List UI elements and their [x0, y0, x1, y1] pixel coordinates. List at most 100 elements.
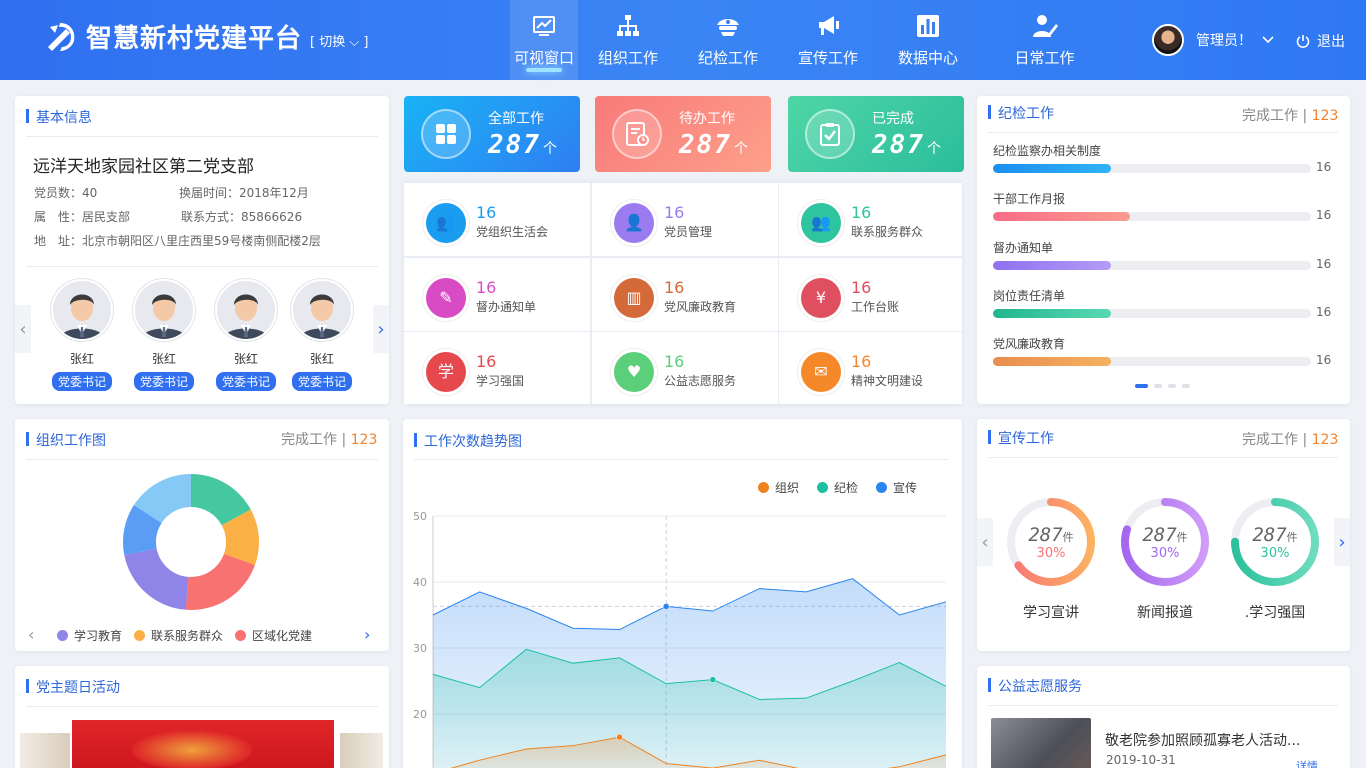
volunteer-title: 公益志愿服务: [988, 676, 1082, 696]
address: 地 址：北京市朝阳区八里庄西里59号楼南侧配楼2层: [34, 234, 321, 248]
stat-value: 287: [679, 130, 732, 160]
civilization-icon: ✉: [797, 348, 845, 396]
member-photo: [51, 279, 113, 341]
work-grid-item[interactable]: 👤 16 党员管理: [592, 183, 778, 256]
nav-tab-2[interactable]: 组织工作: [578, 0, 678, 80]
divider: [26, 266, 378, 267]
nav-tab-3[interactable]: 纪检工作: [678, 0, 778, 80]
pager-dot[interactable]: [1182, 384, 1190, 388]
org-donut-chart: [123, 474, 259, 610]
stat-card-3[interactable]: 已完成 287 个: [788, 96, 964, 172]
member-card[interactable]: 张红 党委书记: [214, 279, 278, 391]
progress-row[interactable]: 纪检监察办相关制度 16: [993, 142, 1333, 174]
chevron-left-icon[interactable]: ‹: [15, 305, 31, 353]
divider: [988, 705, 1338, 706]
member-role-badge: 党委书记: [215, 372, 276, 391]
member-role-badge: 党委书记: [133, 372, 194, 391]
nav-tab-6[interactable]: 日常工作: [978, 0, 1111, 80]
work-grid-item[interactable]: 学 16 学习强国: [404, 332, 590, 404]
pager-dot-active[interactable]: [1135, 384, 1148, 388]
ring-unit: 件: [1062, 531, 1074, 544]
legend-dot: [235, 630, 247, 641]
org-name: 远洋天地家园社区第二党支部: [33, 157, 254, 177]
volunteer-date: 2019-10-31: [1106, 753, 1176, 767]
legend-item[interactable]: 联系服务群众: [134, 627, 223, 644]
party-emblem-icon: [42, 19, 78, 55]
stat-card-1[interactable]: 全部工作 287 个: [404, 96, 580, 172]
chevron-left-icon[interactable]: ‹: [28, 625, 34, 644]
pie-slice[interactable]: [185, 553, 255, 610]
contact: 联系方式：85866626: [181, 210, 303, 224]
data-point[interactable]: [662, 603, 670, 610]
member-card[interactable]: 张红 党委书记: [132, 279, 196, 391]
discipline-title: 纪检工作: [988, 103, 1054, 123]
progress-fill: [993, 308, 1111, 318]
clipboard-check-icon: [805, 109, 855, 159]
logout-button[interactable]: 退出: [1296, 31, 1345, 51]
pager-dot[interactable]: [1168, 384, 1176, 388]
data-point[interactable]: [709, 676, 717, 683]
nav-tab-5[interactable]: 数据中心: [878, 0, 978, 80]
nav-tab-1[interactable]: 可视窗口: [510, 0, 578, 80]
work-grid-label: 精神文明建设: [851, 374, 924, 388]
done-value: 123: [1311, 432, 1339, 448]
member-card[interactable]: 张红 党委书记: [290, 279, 354, 391]
progress-row[interactable]: 干部工作月报 16: [993, 190, 1333, 222]
work-grid-item[interactable]: ▥ 16 党风廉政教育: [592, 258, 778, 331]
progress-name: 纪检监察办相关制度: [993, 144, 1102, 158]
progress-row[interactable]: 督办通知单 16: [993, 239, 1333, 271]
chevron-down-icon[interactable]: [1262, 32, 1274, 48]
work-grid-item[interactable]: ¥16 工作台账: [779, 258, 962, 331]
ring-value: 287: [1028, 524, 1063, 546]
theme-day-banner-image[interactable]: [72, 720, 334, 768]
work-grid-count: 16: [851, 278, 872, 297]
data-point[interactable]: [616, 733, 623, 741]
progress-bar: [993, 164, 1311, 173]
app-logo: 智慧新村党建平台 [ 切换 ⌵ ]: [42, 18, 368, 55]
switch-label: [ 切换: [310, 35, 350, 50]
chevron-right-icon[interactable]: ›: [373, 305, 389, 353]
work-grid-item[interactable]: 👥 16 党组织生活会: [404, 183, 590, 256]
y-tick-label: 40: [413, 576, 427, 589]
ring-percent: 30%: [1260, 546, 1290, 561]
work-grid-count: 16: [476, 278, 497, 297]
y-tick-label: 50: [413, 510, 427, 523]
main-nav: 可视窗口 组织工作 纪检工作 宣传工作 数据中心 日常工作: [510, 0, 1111, 80]
detail-link[interactable]: 详情: [1296, 758, 1318, 768]
stat-card-2[interactable]: 待办工作 287 个: [595, 96, 771, 172]
nav-tab-label: 纪检工作: [697, 48, 758, 67]
pager-dots[interactable]: [1135, 384, 1190, 388]
legend-item[interactable]: 学习教育: [57, 627, 122, 644]
work-grid-item[interactable]: ♥ 16 公益志愿服务: [592, 332, 778, 404]
trend-chart: 20 30 40 50: [413, 510, 947, 768]
progress-row[interactable]: 岗位责任清单 16: [993, 287, 1333, 319]
carousel-next-image[interactable]: [340, 733, 383, 768]
legend-item[interactable]: 区域化党建: [235, 627, 312, 644]
top-header: 智慧新村党建平台 [ 切换 ⌵ ] 可视窗口 组织工作 纪检工作 宣传工作 数据中心 日常…: [0, 0, 1366, 80]
work-grid-item[interactable]: ✎ 16 督办通知单: [404, 258, 590, 331]
volunteer-headline[interactable]: 敬老院参加照顾孤寡老人活动...: [1105, 730, 1300, 750]
pager-dot[interactable]: [1154, 384, 1162, 388]
nav-tab-4[interactable]: 宣传工作: [778, 0, 878, 80]
member-card[interactable]: 张红 党委书记: [50, 279, 114, 391]
bar-chart-icon: [915, 13, 941, 47]
stat-value-row: 287 个: [488, 130, 559, 160]
community-icon: 👥: [797, 199, 845, 247]
user-menu[interactable]: 管理员！: [1152, 24, 1274, 56]
chevron-right-icon[interactable]: ›: [1334, 518, 1350, 566]
carousel-prev-image[interactable]: [20, 733, 70, 768]
avatar[interactable]: [1152, 24, 1184, 56]
work-grid-label: 公益志愿服务: [664, 374, 737, 388]
volunteer-photo[interactable]: [991, 718, 1091, 768]
work-grid-item[interactable]: 👥 16 联系服务群众: [779, 183, 962, 256]
member-icon: 👤: [610, 199, 658, 247]
chevron-right-icon[interactable]: ›: [364, 625, 370, 644]
work-grid-label: 督办通知单: [476, 300, 537, 314]
chevron-left-icon[interactable]: ‹: [977, 518, 993, 566]
progress-row[interactable]: 党风廉政教育 16: [993, 335, 1333, 367]
pie-slice[interactable]: [124, 548, 189, 610]
switch-button[interactable]: [ 切换 ⌵ ]: [310, 31, 368, 50]
chart-window-icon: [531, 13, 557, 47]
work-grid-item[interactable]: ✉ 16 精神文明建设: [779, 332, 962, 404]
ring-percent: 30%: [1150, 546, 1180, 561]
